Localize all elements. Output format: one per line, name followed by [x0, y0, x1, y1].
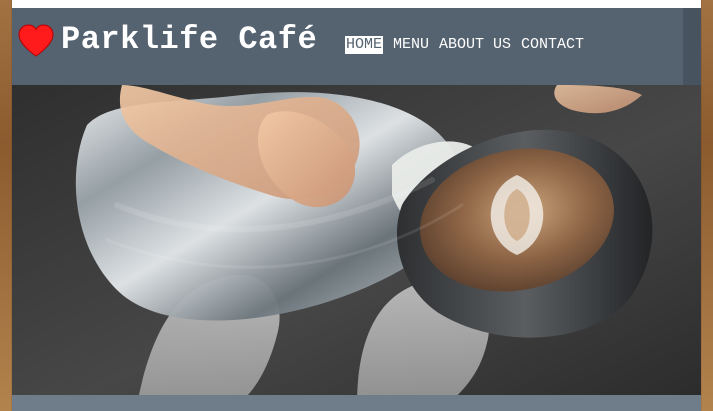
right-wood-frame	[701, 0, 713, 411]
brand-name: Parklife Café	[61, 21, 318, 58]
heart-icon	[17, 23, 55, 57]
hero-image	[12, 85, 701, 395]
left-wood-frame	[0, 0, 12, 411]
main-nav: HOME MENU ABOUT US CONTACT	[345, 36, 584, 54]
site-header: Parklife Café HOME MENU ABOUT US CONTACT	[12, 8, 701, 93]
nav-contact[interactable]: CONTACT	[521, 36, 584, 54]
latte-art-illustration	[12, 85, 701, 395]
nav-menu[interactable]: MENU	[393, 36, 429, 54]
bottom-strip	[12, 395, 701, 411]
brand[interactable]: Parklife Café	[17, 22, 317, 58]
page: Parklife Café HOME MENU ABOUT US CONTACT	[12, 0, 701, 411]
header-right-gutter	[683, 8, 701, 93]
nav-home[interactable]: HOME	[345, 36, 384, 54]
nav-about-us[interactable]: ABOUT US	[439, 36, 511, 54]
